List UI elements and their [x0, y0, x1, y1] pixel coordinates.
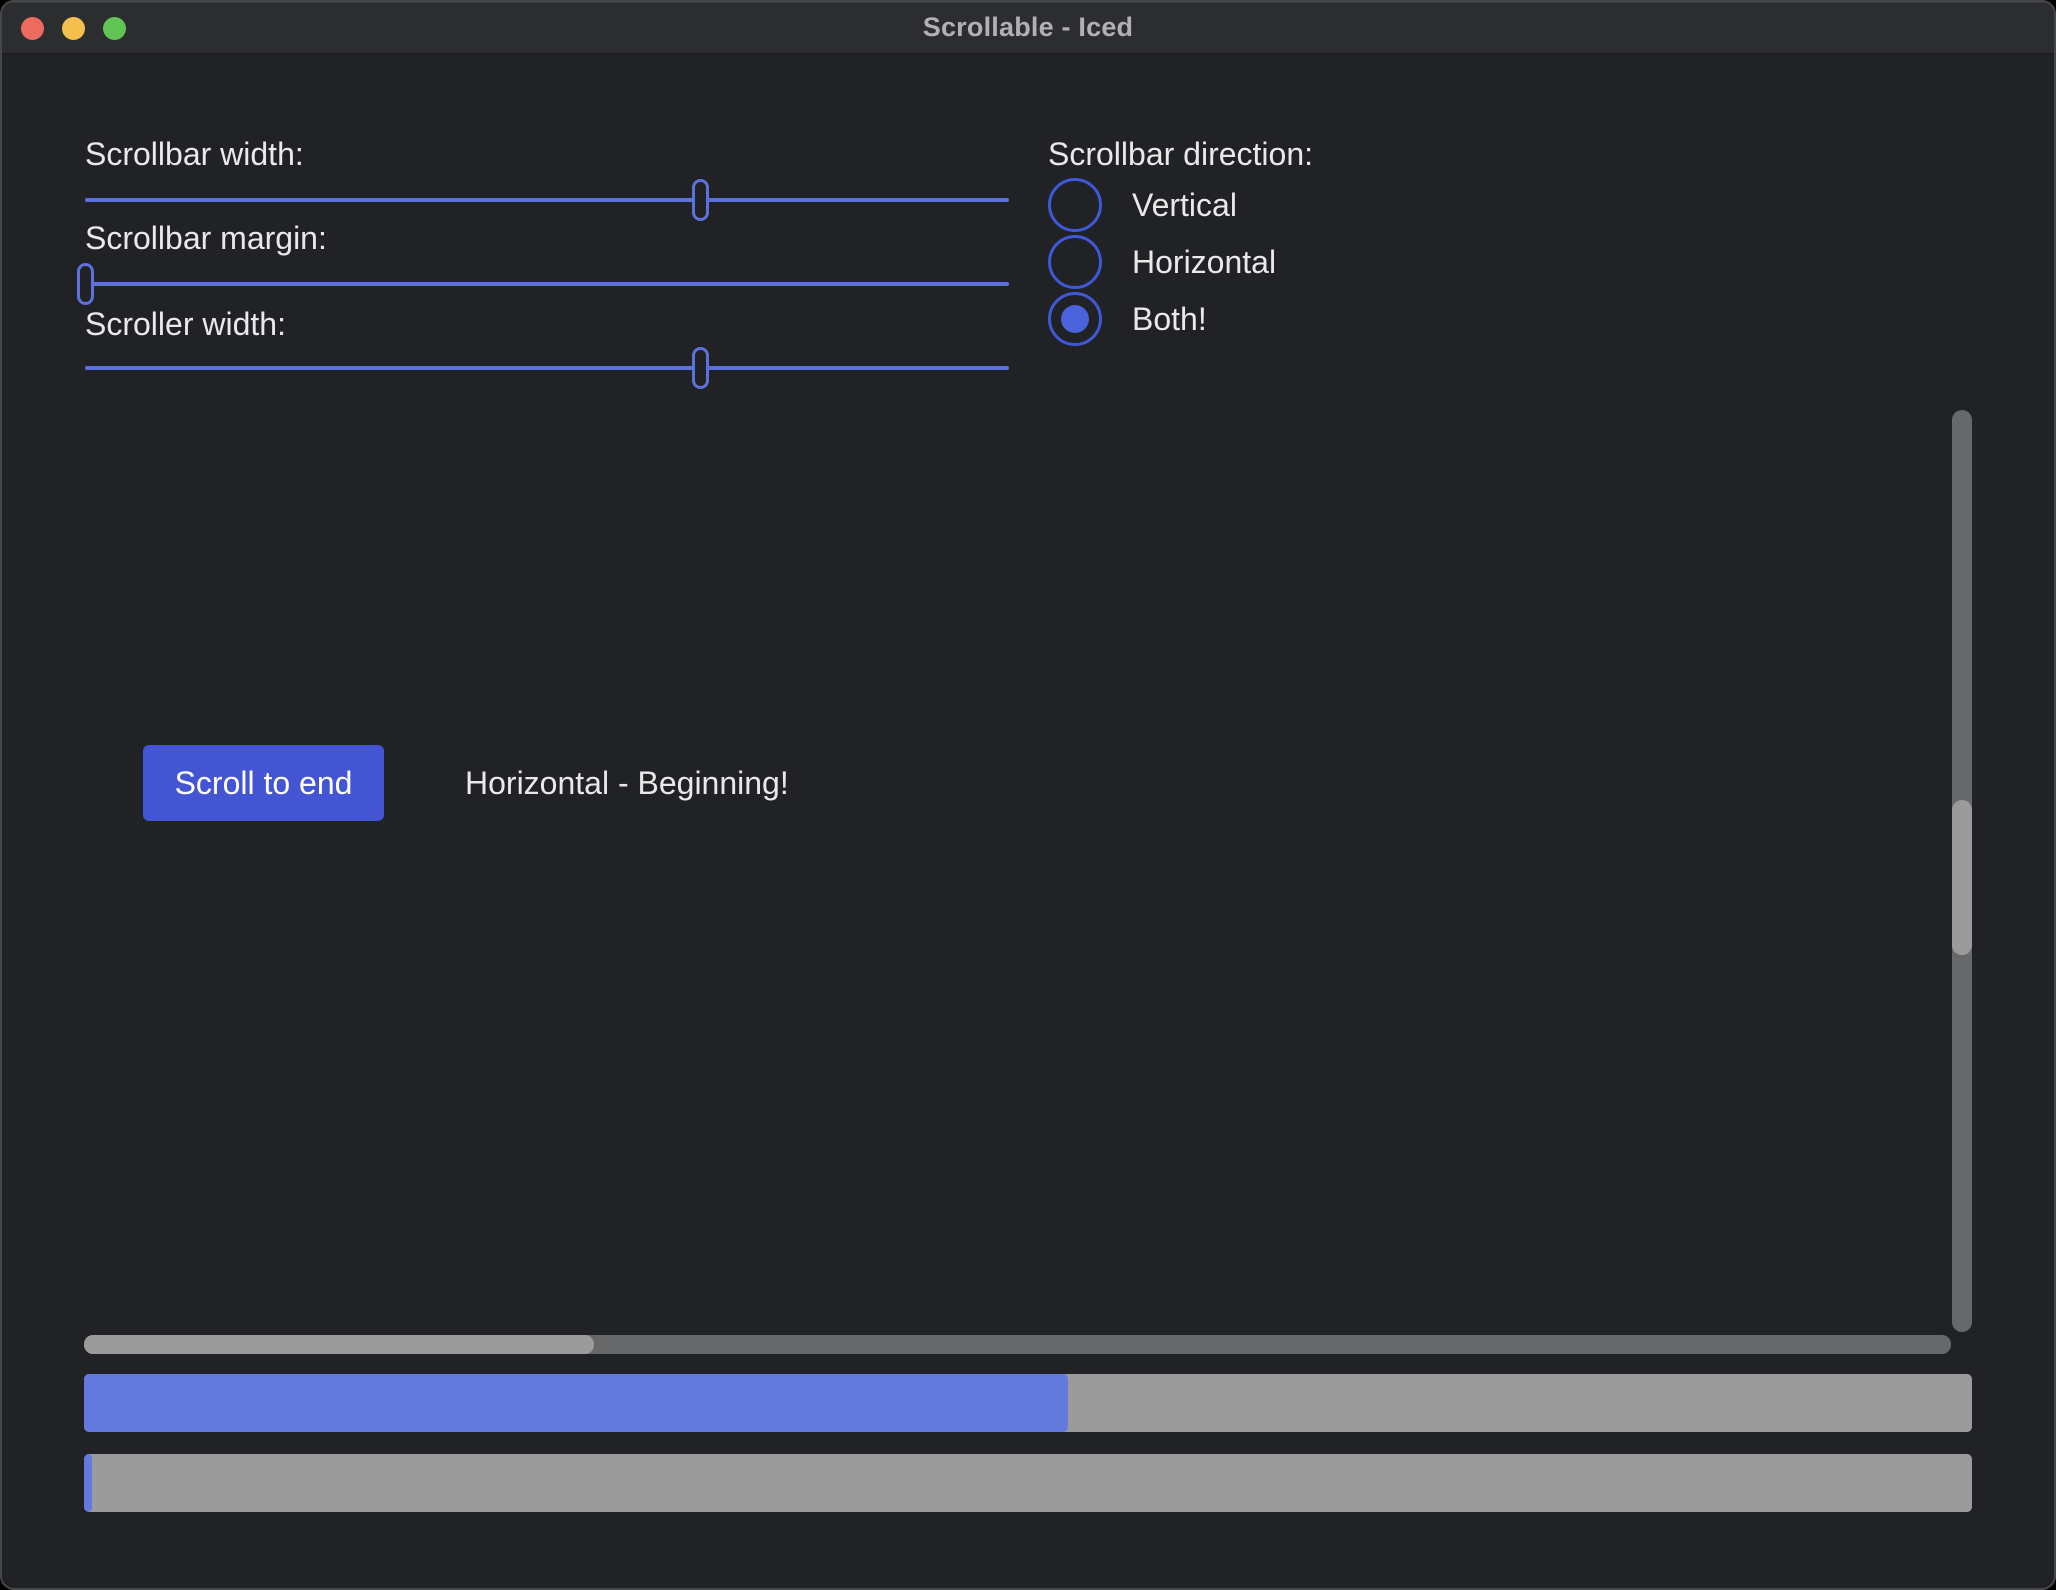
slider-rail[interactable]: [85, 198, 1009, 202]
slider-handle[interactable]: [692, 179, 709, 221]
radio-horizontal-label: Horizontal: [1132, 241, 1276, 283]
slider-rail[interactable]: [85, 282, 1009, 286]
horizontal-scroll-progress-bar: [84, 1454, 1972, 1512]
titlebar[interactable]: Scrollable - Iced: [2, 2, 2054, 54]
scrollbar-width-slider[interactable]: [85, 179, 1009, 221]
scrollbar-width-label: Scrollbar width:: [85, 133, 304, 175]
app-window: Scrollable - Iced Scrollbar width: Scrol…: [0, 0, 2056, 1590]
scrollbar-direction-label: Scrollbar direction:: [1048, 133, 1313, 175]
vertical-scroll-progress-bar: [84, 1374, 1972, 1432]
window-title: Scrollable - Iced: [923, 12, 1133, 43]
radio-vertical[interactable]: Vertical: [1048, 178, 1237, 232]
slider-handle[interactable]: [692, 347, 709, 389]
slider-rail[interactable]: [85, 366, 1009, 370]
radio-both[interactable]: Both!: [1048, 292, 1207, 346]
status-text: Horizontal - Beginning!: [465, 762, 789, 804]
horizontal-scrollbar[interactable]: [84, 1335, 1951, 1354]
scrollbar-margin-label: Scrollbar margin:: [85, 217, 327, 259]
scroller-width-label: Scroller width:: [85, 303, 286, 345]
scrollbar-margin-slider[interactable]: [85, 263, 1009, 305]
traffic-lights: [21, 2, 126, 54]
radio-dot-icon: [1061, 305, 1089, 333]
scroll-to-end-button[interactable]: Scroll to end: [143, 745, 384, 821]
radio-vertical-label: Vertical: [1132, 184, 1237, 226]
slider-handle[interactable]: [77, 263, 94, 305]
radio-circle-icon[interactable]: [1048, 292, 1102, 346]
radio-circle-icon[interactable]: [1048, 178, 1102, 232]
vertical-scrollbar[interactable]: [1952, 410, 1972, 1332]
progress-fill: [84, 1374, 1068, 1432]
radio-both-label: Both!: [1132, 298, 1207, 340]
maximize-button[interactable]: [103, 17, 126, 40]
scroller-width-slider[interactable]: [85, 347, 1009, 389]
horizontal-scroller[interactable]: [84, 1335, 594, 1354]
vertical-scroller[interactable]: [1952, 800, 1972, 955]
close-button[interactable]: [21, 17, 44, 40]
radio-horizontal[interactable]: Horizontal: [1048, 235, 1276, 289]
minimize-button[interactable]: [62, 17, 85, 40]
radio-circle-icon[interactable]: [1048, 235, 1102, 289]
progress-fill: [84, 1454, 92, 1512]
